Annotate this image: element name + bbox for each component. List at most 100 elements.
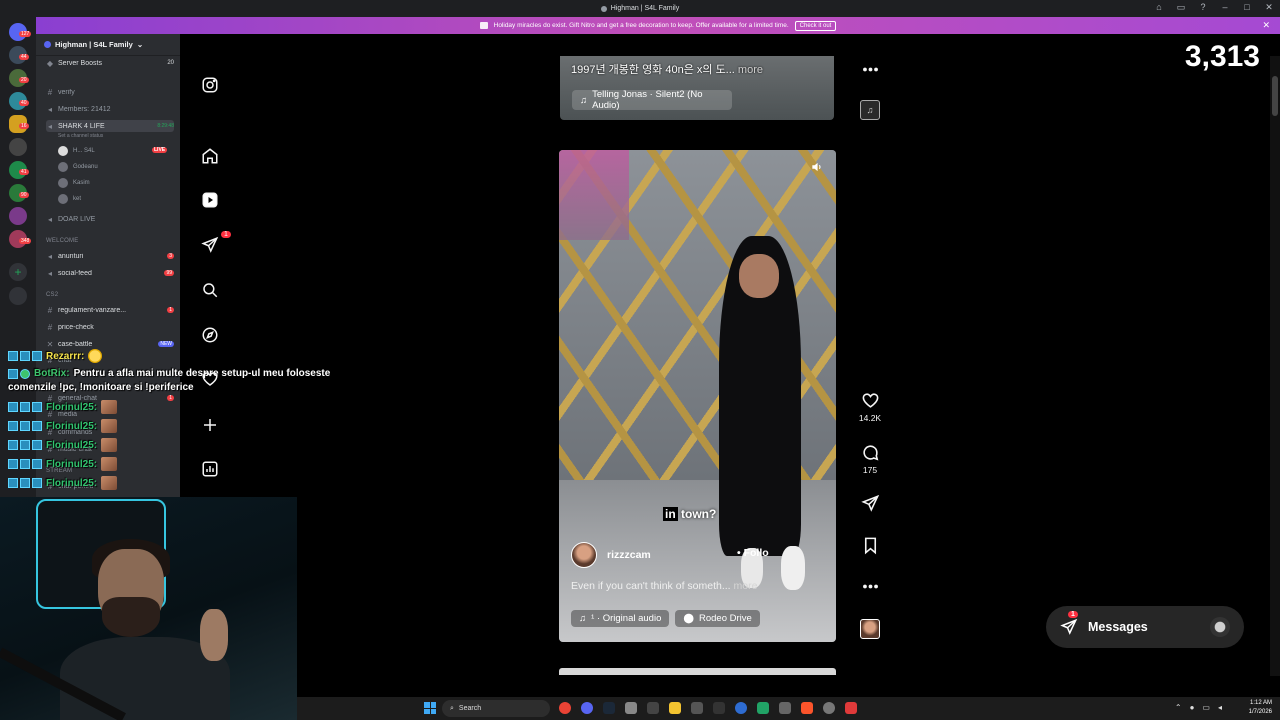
music-note-icon: ♫ (579, 613, 587, 624)
instagram-icon[interactable] (200, 75, 220, 95)
explore-icon[interactable] (200, 325, 220, 345)
discord-app-icon[interactable] (581, 702, 593, 714)
channel-members[interactable]: ◂ Members: 21412 (46, 103, 174, 115)
channel-anunturi[interactable]: ◂ anunturi 3 (46, 250, 174, 262)
avatar (58, 146, 68, 156)
audio-tag[interactable]: ♫ ¹ · Original audio (571, 610, 670, 627)
volume-icon[interactable] (810, 160, 824, 174)
app-icon[interactable] (691, 702, 703, 714)
channel-verify[interactable]: # verify (46, 86, 174, 98)
chevron-up-icon[interactable]: ⌃ (1175, 703, 1182, 712)
stream-chat-overlay: Rezarrr: BotRix: Pentru a afla mai multe… (0, 345, 370, 495)
scrollbar-thumb[interactable] (1272, 76, 1278, 116)
discover-icon[interactable] (9, 287, 27, 305)
taskbar-search[interactable]: ⌕ Search (442, 700, 550, 717)
username[interactable]: rizzzcam (607, 549, 651, 561)
chrome-icon[interactable] (559, 702, 571, 714)
previous-reel[interactable]: 1997년 개봉한 영화 40n은 x의 도... more ♫ Telling… (560, 56, 834, 120)
direct-messages-icon[interactable]: 1 (200, 231, 231, 255)
location-tag[interactable]: ⬤ Rodeo Drive (675, 610, 760, 627)
avatar[interactable] (571, 542, 597, 568)
verified-icon (20, 368, 30, 379)
file-explorer-icon[interactable] (669, 702, 681, 714)
create-plus-icon[interactable] (200, 415, 220, 435)
badge-icon (20, 440, 30, 450)
app-icon[interactable] (625, 702, 637, 714)
app-icon[interactable] (823, 702, 835, 714)
maximize-button[interactable]: □ (1242, 2, 1252, 12)
app-icon[interactable] (713, 702, 725, 714)
boost-icon: ◆ (46, 58, 54, 68)
app-icon[interactable] (845, 702, 857, 714)
dashboard-icon[interactable] (200, 459, 220, 479)
current-reel-video[interactable]: in town? rizzzcam • Follo Even if you ca… (559, 150, 836, 642)
badge-icon (20, 421, 30, 431)
voice-user[interactable]: Godeanu (58, 160, 98, 174)
voice-user[interactable]: Kasim (58, 176, 90, 190)
hash-icon: # (47, 322, 53, 332)
steam-icon[interactable] (603, 702, 615, 714)
more-options-icon[interactable] (860, 60, 880, 79)
app-icon[interactable] (647, 702, 659, 714)
chat-badges (8, 421, 42, 431)
description-text: Even if you can't think of someth... (571, 580, 731, 592)
minimize-button[interactable]: – (1220, 2, 1230, 12)
close-banner-icon[interactable]: ✕ (1262, 20, 1270, 31)
channel-regulament[interactable]: # regulament-vanzare... 1 (46, 304, 174, 316)
xbox-icon[interactable] (757, 702, 769, 714)
next-reel[interactable] (559, 668, 836, 675)
close-window-button[interactable]: ✕ (1264, 2, 1274, 12)
server-icon[interactable] (9, 207, 27, 225)
voice-user[interactable]: H... S4L (58, 144, 95, 158)
save-button[interactable] (860, 536, 880, 555)
audio-thumbnail[interactable]: ♫ (860, 100, 880, 120)
reels-icon[interactable] (200, 190, 220, 210)
channel-social-feed[interactable]: ◂ social-feed 99 (46, 267, 174, 279)
voice-user[interactable]: ket (58, 192, 81, 206)
search-icon[interactable] (200, 280, 220, 300)
messages-button[interactable]: 1 Messages (1046, 606, 1244, 648)
guild-header[interactable]: Highman | S4L Family ⌄ (36, 34, 180, 56)
inbox-icon[interactable]: ▭ (1176, 2, 1186, 12)
add-server-icon[interactable]: + (9, 263, 27, 281)
audio-pill[interactable]: ♫ Telling Jonas · Silent2 (No Audio) (572, 89, 732, 111)
more-options-icon[interactable] (860, 577, 880, 596)
network-icon[interactable]: ▭ (1202, 703, 1210, 712)
follow-button[interactable]: • Follo (737, 547, 769, 559)
page-scrollbar[interactable] (1270, 56, 1280, 676)
server-boosts-item[interactable]: ◆ Server Boosts 20 (46, 57, 174, 69)
reel-description: Even if you can't think of someth... mor… (571, 580, 757, 592)
channel-status[interactable]: Set a channel status (58, 133, 103, 139)
channel-price-check[interactable]: # price-check (46, 321, 174, 333)
more-link[interactable]: more (734, 580, 758, 592)
notifications-heart-icon[interactable] (200, 369, 220, 389)
share-button[interactable] (860, 494, 880, 513)
channel-shark-4-life[interactable]: ◂ SHARK 4 LIFE 8:29:48 (46, 120, 174, 132)
like-button[interactable]: 14.2K (859, 391, 881, 423)
taskbar-clock[interactable]: 1:12 AM 1/7/2026 (1249, 699, 1272, 717)
help-icon[interactable]: ? (1198, 2, 1208, 12)
channel-label: verify (58, 88, 75, 96)
badge-icon (32, 440, 42, 450)
windows-start-icon[interactable] (424, 702, 436, 714)
app-icon[interactable] (779, 702, 791, 714)
category-cs2[interactable]: CS2 (46, 292, 58, 298)
badge-icon (32, 459, 42, 469)
audio-thumbnail[interactable] (860, 619, 880, 639)
volume-icon[interactable]: ◂ (1218, 703, 1222, 712)
category-welcome[interactable]: WELCOME (46, 238, 78, 244)
home-icon[interactable] (200, 146, 220, 166)
check-it-out-button[interactable]: Check it out (794, 20, 837, 31)
more-link[interactable]: more (738, 64, 763, 76)
comment-button[interactable]: 175 (860, 443, 880, 475)
reel-author[interactable]: rizzzcam (571, 542, 651, 568)
brave-icon[interactable] (801, 702, 813, 714)
mic-icon[interactable]: ● (1190, 703, 1195, 712)
chevron-down-icon: ⌄ (136, 40, 144, 49)
window-controls: ⌂ ▭ ? – □ ✕ (1154, 2, 1274, 13)
server-icon[interactable] (9, 138, 27, 156)
channel-doar-live[interactable]: ◂ DOAR LIVE (46, 213, 174, 225)
server-badge: 41 (19, 169, 29, 175)
app-icon[interactable] (735, 702, 747, 714)
pin-icon[interactable]: ⌂ (1154, 2, 1164, 12)
